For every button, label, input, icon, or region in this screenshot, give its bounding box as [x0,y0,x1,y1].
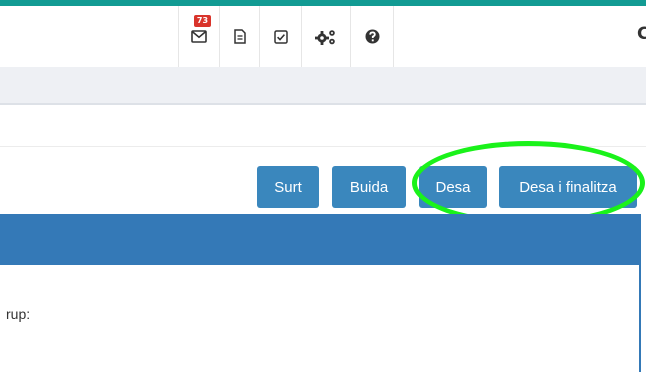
save-and-finalize-button[interactable]: Desa i finalitza [499,166,637,208]
section-divider [0,146,646,147]
page: 73 C Surt Buida Desa Desa i finalitza ru… [0,0,646,372]
document-icon [233,29,246,44]
group-field-label: rup: [6,306,31,322]
tasks-nav-button[interactable] [259,6,301,67]
notification-badge: 73 [194,15,211,27]
user-menu-partial[interactable]: C [637,24,646,44]
breadcrumb-bar [0,67,646,105]
panel-header [0,214,639,265]
settings-nav-button[interactable] [301,6,350,67]
top-navbar: 73 C [0,6,646,67]
gears-icon [315,29,335,45]
document-nav-button[interactable] [219,6,259,67]
form-panel: rup: [0,214,641,372]
save-button[interactable]: Desa [419,166,487,208]
checkbox-icon [273,29,288,44]
mail-nav-button[interactable]: 73 [178,6,219,67]
mail-icon [191,30,207,43]
clear-button[interactable]: Buida [332,166,406,208]
exit-button[interactable]: Surt [257,166,319,208]
help-nav-button[interactable] [350,6,394,67]
help-icon [365,29,379,44]
